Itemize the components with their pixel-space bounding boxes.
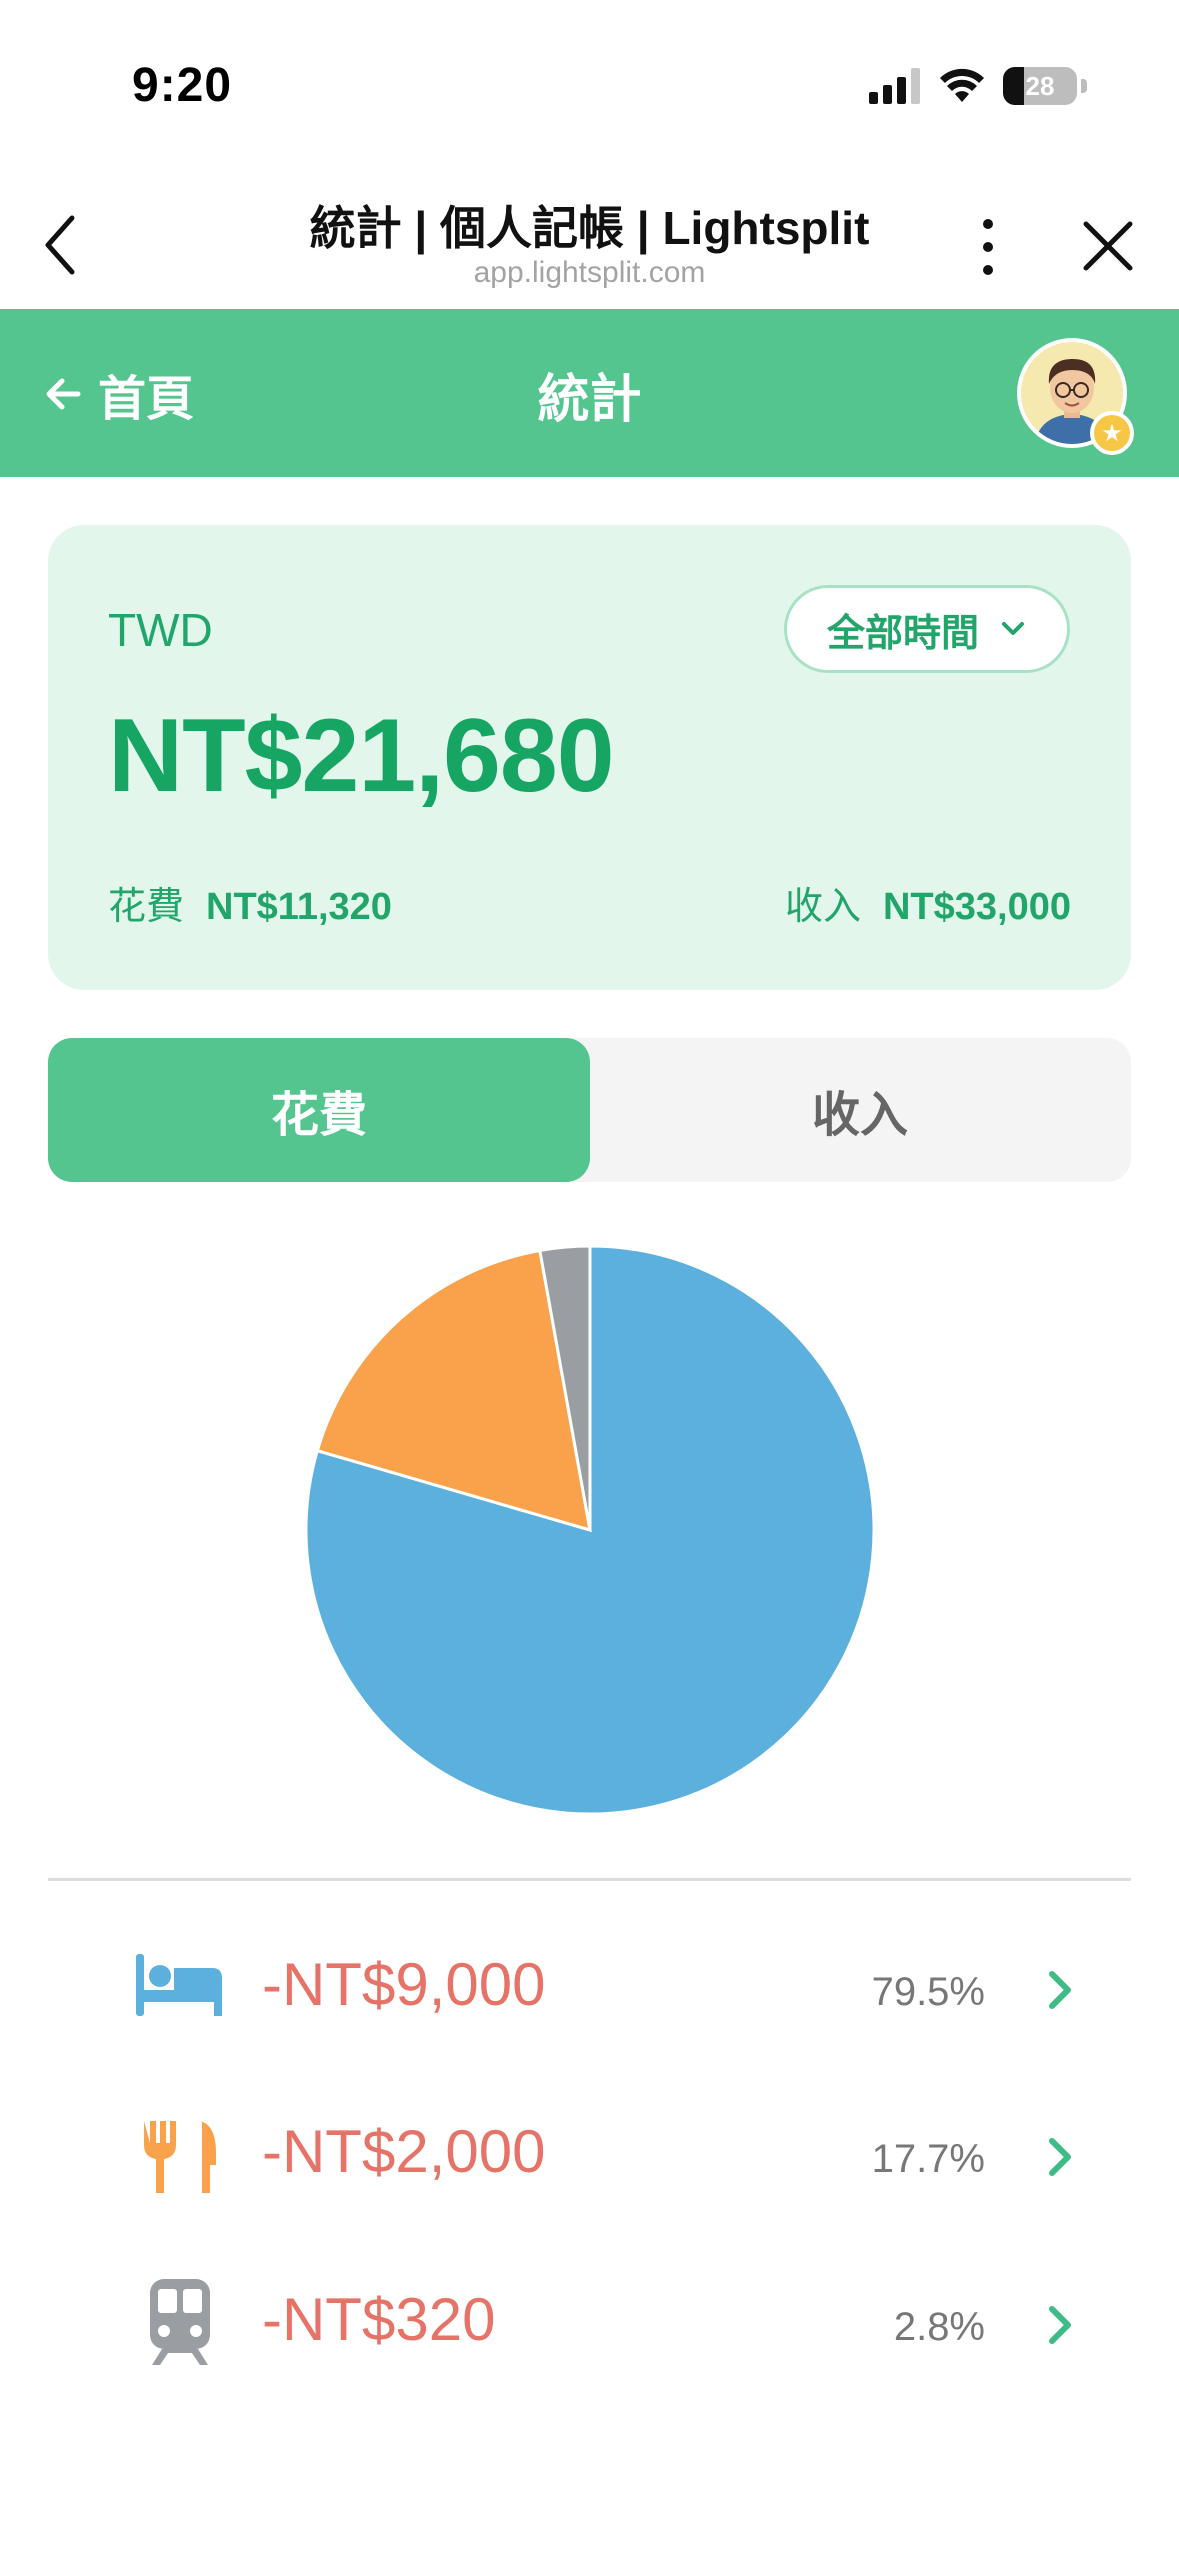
category-percent: 2.8%: [893, 2305, 985, 2349]
chevron-down-icon: [1002, 622, 1024, 635]
battery-icon: 28: [1003, 67, 1077, 105]
home-back-label: 首頁: [98, 373, 195, 426]
category-amount: -NT$2,000: [262, 2118, 546, 2185]
income-summary: 收入 NT$33,000: [785, 875, 1071, 930]
period-label: 全部時間: [826, 612, 979, 655]
chevron-right-icon: [1049, 1971, 1071, 2009]
spend-summary-label: 花費: [108, 886, 185, 928]
signal-icon: [869, 68, 920, 104]
battery-tip: [1081, 79, 1087, 93]
status-time: 9:20: [132, 59, 233, 112]
category-percent: 79.5%: [871, 1970, 985, 2014]
tab-spend[interactable]: 花費: [48, 1038, 590, 1182]
income-summary-label: 收入: [784, 886, 861, 928]
chevron-right-icon: [1049, 2138, 1071, 2176]
fork-knife-icon: [144, 2121, 216, 2193]
star-badge-icon: ★: [1090, 411, 1134, 455]
spend-summary-value: NT$11,320: [206, 886, 392, 928]
arrow-left-icon: [46, 378, 81, 410]
status-bar: 9:20 28: [0, 0, 1179, 170]
tab-income[interactable]: 收入: [589, 1038, 1131, 1182]
pie-chart-svg: [304, 1244, 876, 1816]
category-row-transport[interactable]: -NT$320 2.8%: [0, 2243, 1179, 2403]
period-dropdown[interactable]: 全部時間: [784, 585, 1070, 673]
home-back-button[interactable]: 首頁: [42, 359, 194, 429]
more-icon[interactable]: [968, 212, 1008, 282]
pie-chart: [300, 1240, 880, 1820]
type-segmented-control: 收入 花費: [48, 1038, 1131, 1182]
balance-amount: NT$21,680: [108, 698, 615, 814]
category-row-lodging[interactable]: -NT$9,000 79.5%: [0, 1908, 1179, 2068]
status-icons: 28: [869, 62, 1087, 110]
battery-level: 28: [1025, 70, 1055, 101]
category-amount: -NT$9,000: [262, 1951, 546, 2018]
category-percent: 17.7%: [871, 2137, 985, 2181]
bed-icon: [136, 1954, 222, 2016]
currency-label: TWD: [108, 604, 213, 656]
divider: [48, 1878, 1131, 1881]
income-summary-value: NT$33,000: [882, 886, 1071, 928]
wifi-icon: [940, 68, 984, 102]
train-icon: [150, 2279, 210, 2365]
category-row-food[interactable]: -NT$2,000 17.7%: [0, 2075, 1179, 2235]
summary-card: TWD 全部時間 NT$21,680 花費 NT$11,320 收入 NT$33,0…: [48, 525, 1131, 990]
app-header: 首頁 統計 ★: [0, 309, 1179, 477]
chevron-right-icon: [1049, 2306, 1071, 2344]
close-icon[interactable]: [1080, 218, 1136, 274]
browser-bar: 統計 | 個人記帳 | Lightsplit app.lightsplit.co…: [0, 170, 1179, 309]
category-amount: -NT$320: [262, 2286, 496, 2353]
spend-summary: 花費 NT$11,320: [108, 875, 392, 930]
